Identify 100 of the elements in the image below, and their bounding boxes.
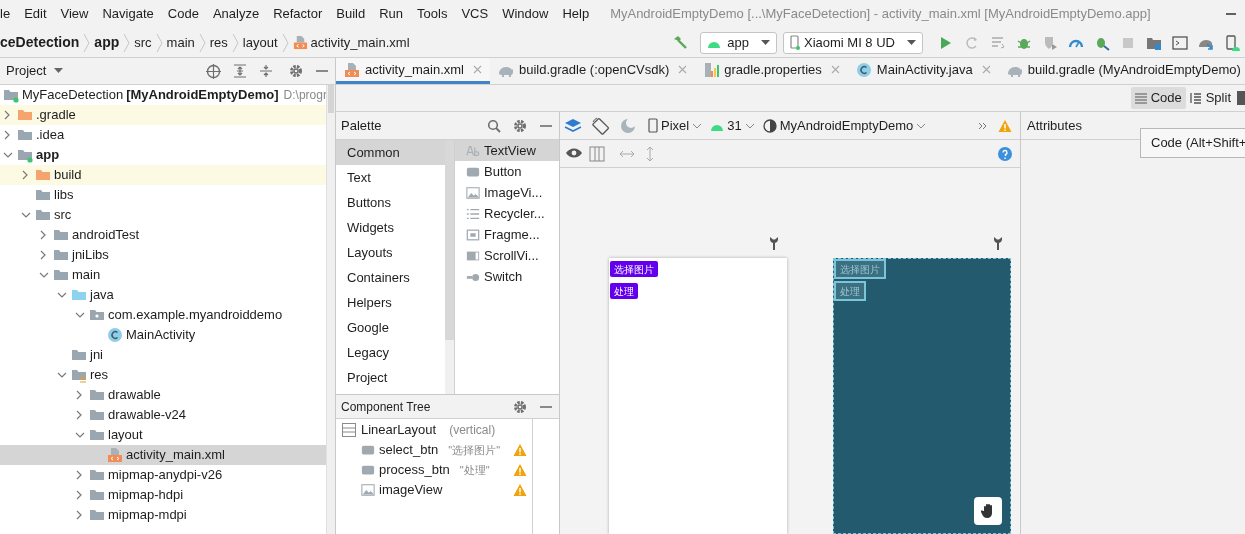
palette-widget[interactable]: ScrollVi... xyxy=(455,245,559,266)
warning-icon[interactable] xyxy=(513,463,527,477)
warning-icon[interactable] xyxy=(513,483,527,497)
tree-item[interactable]: com.example.myandroiddemo xyxy=(0,305,326,325)
palette-category[interactable]: Google xyxy=(336,315,445,340)
tree-item[interactable]: layout xyxy=(0,425,326,445)
menu-item[interactable]: Help xyxy=(555,4,597,24)
api-level-dropdown[interactable]: 31 xyxy=(710,115,755,136)
menu-item[interactable]: Analyze xyxy=(205,4,267,24)
palette-category[interactable]: Common xyxy=(336,140,445,165)
close-icon[interactable] xyxy=(678,65,688,74)
tree-item[interactable]: MyFaceDetection [MyAndroidEmptyDemo] D:\progr xyxy=(0,85,326,105)
editor-tab[interactable]: gradle.properties xyxy=(695,58,848,84)
rotate-icon[interactable] xyxy=(592,116,610,135)
tree-item[interactable]: drawable xyxy=(0,385,326,405)
view-mode-toggle[interactable]: Split xyxy=(1185,87,1235,109)
tree-item[interactable]: main xyxy=(0,265,326,285)
menu-item[interactable]: Window xyxy=(495,4,556,24)
tree-item[interactable]: mipmap-hdpi xyxy=(0,485,326,505)
collapse-all-icon[interactable] xyxy=(259,64,273,78)
tree-item[interactable]: androidTest xyxy=(0,225,326,245)
palette-widget[interactable]: Fragme... xyxy=(455,224,559,245)
menu-item[interactable]: Tools xyxy=(410,4,455,24)
shield-icon[interactable] xyxy=(1042,34,1058,51)
menu-item[interactable]: Code xyxy=(160,4,206,24)
search-icon[interactable] xyxy=(487,118,501,133)
menu-item[interactable]: VCS xyxy=(454,4,496,24)
menu-item[interactable]: Navigate xyxy=(95,4,161,24)
scrollbar-thumb[interactable] xyxy=(445,140,454,340)
palette-category[interactable]: Helpers xyxy=(336,290,445,315)
device-dropdown[interactable]: Pixel xyxy=(648,115,703,136)
settings-icon[interactable] xyxy=(289,64,303,78)
tree-item[interactable]: mipmap-anydpi-v26 xyxy=(0,465,326,485)
breadcrumb[interactable]: layout xyxy=(242,32,278,53)
tree-item[interactable]: MainActivity xyxy=(0,325,326,345)
tree-item[interactable]: activity_main.xml xyxy=(0,445,326,465)
palette-category[interactable]: Text xyxy=(336,165,445,190)
tree-item[interactable]: .gradle xyxy=(0,105,326,125)
tree-item[interactable]: .idea xyxy=(0,125,326,145)
wrench-icon[interactable] xyxy=(769,236,779,250)
tree-item[interactable]: app xyxy=(0,145,326,165)
tree-item[interactable]: java xyxy=(0,285,326,305)
breadcrumb[interactable]: activity_main.xml xyxy=(288,32,414,53)
tree-item[interactable]: mipmap-mdpi xyxy=(0,505,326,525)
menu-item[interactable]: Run xyxy=(372,4,411,24)
close-icon[interactable] xyxy=(830,65,840,74)
palette-category[interactable]: Layouts xyxy=(336,240,445,265)
breadcrumb[interactable]: main xyxy=(166,32,195,53)
palette-widget[interactable]: Switch xyxy=(455,266,559,287)
breadcrumb[interactable]: res xyxy=(209,32,228,53)
palette-widget[interactable]: ImageVi... xyxy=(455,182,559,203)
run-config-dropdown[interactable]: app xyxy=(700,31,777,54)
component-tree-item[interactable]: process_btn "处理" xyxy=(336,460,532,480)
palette-category[interactable]: Project xyxy=(336,365,445,390)
wrench-icon[interactable] xyxy=(993,236,1003,250)
menu-item[interactable]: Refactor xyxy=(266,4,330,24)
menu-item[interactable]: Edit xyxy=(17,4,54,24)
palette-category[interactable]: Widgets xyxy=(336,215,445,240)
tree-item[interactable]: libs xyxy=(0,185,326,205)
tree-item[interactable]: drawable-v24 xyxy=(0,405,326,425)
close-icon[interactable] xyxy=(981,65,991,74)
tree-item[interactable]: jniLibs xyxy=(0,245,326,265)
hammer-icon[interactable] xyxy=(672,34,689,51)
vertical-arrows-icon[interactable] xyxy=(645,145,655,162)
pan-button[interactable] xyxy=(974,497,1002,525)
component-tree-item[interactable]: imageView xyxy=(336,480,532,500)
editor-tab[interactable]: build.gradle (MyAndroidEmptyDemo) xyxy=(998,58,1245,84)
close-icon[interactable] xyxy=(472,65,482,74)
expand-all-icon[interactable] xyxy=(233,64,247,78)
editor-tab[interactable]: activity_main.xml xyxy=(336,58,490,84)
tree-item[interactable]: res xyxy=(0,365,326,385)
palette-category[interactable]: Legacy xyxy=(336,340,445,365)
breadcrumb[interactable]: src xyxy=(134,32,152,53)
layers-icon[interactable] xyxy=(564,117,582,134)
menu-item[interactable]: Build xyxy=(329,4,373,24)
device-dropdown[interactable]: Xiaomi MI 8 UD xyxy=(782,31,923,54)
scrollbar-thumb[interactable] xyxy=(328,85,334,113)
theme-dropdown[interactable]: MyAndroidEmptyDemo xyxy=(762,115,927,136)
tree-item[interactable]: build xyxy=(0,165,326,185)
palette-widget[interactable]: Recycler... xyxy=(455,203,559,224)
component-tree-item[interactable]: select_btn "选择图片" xyxy=(336,440,532,460)
columns-icon[interactable] xyxy=(589,145,605,162)
editor-tab[interactable]: MainActivity.java xyxy=(847,58,999,84)
view-mode-toggle[interactable]: Code xyxy=(1130,87,1186,109)
menu-item[interactable]: View xyxy=(53,4,96,24)
help-icon[interactable] xyxy=(998,146,1012,161)
editor-tab[interactable]: build.gradle (:openCVsdk) xyxy=(489,58,696,84)
palette-widget[interactable]: TextView xyxy=(455,140,559,161)
project-view-dropdown[interactable]: Project xyxy=(0,61,64,81)
terminal-icon[interactable] xyxy=(1172,34,1188,51)
tree-item[interactable]: src xyxy=(0,205,326,225)
breadcrumb[interactable]: app xyxy=(94,32,120,53)
tree-item[interactable]: jni xyxy=(0,345,326,365)
breadcrumb[interactable]: ceDetection xyxy=(0,32,80,53)
more-icon[interactable] xyxy=(978,121,988,130)
settings-icon[interactable] xyxy=(513,399,527,414)
menu-item[interactable]: le xyxy=(0,4,18,24)
horizontal-arrows-icon[interactable] xyxy=(619,148,635,159)
palette-category[interactable]: Containers xyxy=(336,265,445,290)
component-tree-item[interactable]: LinearLayout (vertical) xyxy=(336,420,532,440)
